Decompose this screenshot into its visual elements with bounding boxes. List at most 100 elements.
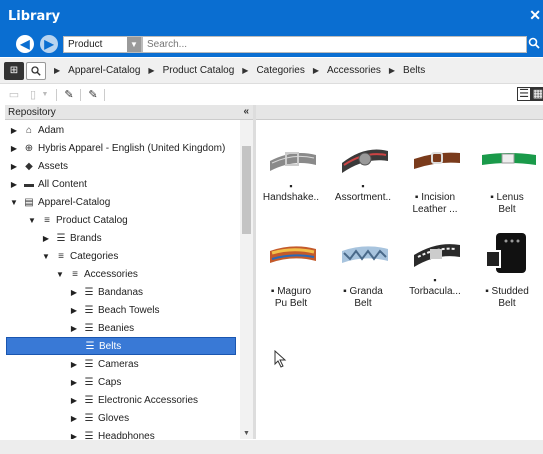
toolbar-divider — [56, 89, 57, 101]
status-bar — [0, 440, 543, 454]
chevron-down-icon[interactable]: ▼ — [127, 37, 141, 52]
expand-icon[interactable]: ▶ — [69, 396, 79, 405]
product-name: Maguro — [277, 286, 312, 297]
product-thumbnail — [342, 149, 388, 173]
collapse-icon[interactable]: ▼ — [55, 270, 65, 279]
mouse-pointer-icon — [274, 350, 287, 368]
list-icon: ☰ — [56, 232, 66, 244]
tree-node-belts[interactable]: ☰ Belts — [6, 337, 236, 355]
expand-icon[interactable]: ▶ — [9, 126, 19, 135]
product-name: Assortment.. — [334, 192, 392, 203]
toolbar-divider — [104, 89, 105, 101]
expand-icon[interactable]: ▶ — [69, 360, 79, 369]
product-name-line2: Belt — [354, 298, 372, 309]
close-icon[interactable]: ✕ — [529, 7, 541, 24]
expand-icon[interactable]: ▶ — [9, 180, 19, 189]
product-type-icon: ▪ — [289, 181, 293, 191]
tree-node-brands[interactable]: ▶ ☰ Brands — [41, 229, 221, 247]
list-icon: ☰ — [84, 430, 94, 440]
product-name-line2: Belt — [498, 298, 516, 309]
window-title: Library — [8, 9, 61, 24]
list-icon: ☰ — [84, 376, 94, 388]
collapse-icon[interactable]: ▼ — [9, 198, 19, 207]
chevron-right-icon: ▶ — [54, 66, 61, 75]
product-name-line2: Belt — [498, 204, 516, 215]
tree-node-hybris-apparel[interactable]: ▶ ⊕ Hybris Apparel - English (United Kingd… — [9, 139, 237, 157]
product-name: Torbacula... — [409, 286, 461, 297]
expand-icon[interactable]: ▶ — [69, 414, 79, 423]
collapse-icon[interactable]: ▼ — [27, 216, 37, 225]
collapse-panel-icon[interactable]: « — [243, 106, 249, 117]
tree-node-apparel-catalog[interactable]: ▼ ▤ Apparel-Catalog — [9, 193, 229, 211]
tree-node-headphones[interactable]: ▶ ☰ Headphones — [69, 427, 229, 440]
collapse-icon[interactable]: ▼ — [41, 252, 51, 261]
breadcrumb-item[interactable]: Belts — [403, 65, 425, 76]
tree-node-beach-towels[interactable]: ▶ ☰ Beach Towels — [69, 301, 229, 319]
tree-scrollbar[interactable]: ▼ — [240, 120, 253, 439]
folder-icon: ▭ — [8, 89, 20, 101]
product-name: Incision — [421, 192, 456, 203]
tree-node-categories[interactable]: ▼ ≡ Categories — [41, 247, 221, 265]
search-view-icon[interactable] — [26, 61, 46, 80]
expand-icon[interactable]: ▶ — [69, 306, 79, 315]
tree-node-gloves[interactable]: ▶ ☰ Gloves — [69, 409, 229, 427]
breadcrumb-item[interactable]: Accessories — [327, 65, 381, 76]
magnifier-icon[interactable] — [528, 37, 542, 53]
tree-node-beanies[interactable]: ▶ ☰ Beanies — [69, 319, 229, 337]
expand-icon[interactable]: ▶ — [69, 288, 79, 297]
product-tile[interactable]: ▪ Studded Belt — [476, 233, 538, 323]
tree-node-bandanas[interactable]: ▶ ☰ Bandanas — [69, 283, 229, 301]
expand-icon[interactable]: ▶ — [9, 162, 19, 171]
tree-node-assets[interactable]: ▶ ◆ Assets — [9, 157, 229, 175]
tree-node-electronic-accessories[interactable]: ▶ ☰ Electronic Accessories — [69, 391, 234, 409]
type-select[interactable]: Product ▼ — [63, 36, 142, 53]
breadcrumb-item[interactable]: Apparel-Catalog — [68, 65, 140, 76]
product-name: Lenus — [496, 192, 524, 203]
product-tile[interactable]: ▪ Lenus Belt — [476, 139, 538, 229]
pencil-icon[interactable]: ✎ — [62, 88, 76, 102]
breadcrumb-item[interactable]: Categories — [256, 65, 304, 76]
expand-icon[interactable]: ▶ — [69, 378, 79, 387]
list-icon: ☰ — [84, 412, 94, 424]
breadcrumb-item[interactable]: Product Catalog — [163, 65, 235, 76]
title-bar: Library ✕ — [0, 0, 543, 33]
tree-node-cameras[interactable]: ▶ ☰ Cameras — [69, 355, 229, 373]
tree-node-caps[interactable]: ▶ ☰ Caps — [69, 373, 229, 391]
product-name: Granda — [349, 286, 383, 297]
product-tile[interactable]: ▪ Granda Belt — [332, 233, 394, 323]
catalog-list-icon: ≡ — [44, 214, 50, 226]
arrow-left-icon[interactable]: ◀ — [16, 35, 34, 53]
expand-icon[interactable]: ▶ — [41, 234, 51, 243]
product-thumbnail — [482, 153, 536, 165]
product-name-line2: Leather ... — [412, 204, 458, 215]
scroll-down-icon[interactable]: ▼ — [242, 430, 251, 437]
home-icon: ⌂ — [25, 124, 33, 136]
toolbar: ▭ ▯ ▼ ✎ ✎ ☰ ▦ — [0, 85, 543, 105]
edit-multiple-icon[interactable]: ✎ — [86, 88, 100, 102]
repository-tree: Repository « ▶ ⌂ Adam ▶ ⊕ Hybris Apparel - E… — [5, 105, 253, 439]
tree-node-accessories[interactable]: ▼ ≡ Accessories — [55, 265, 225, 283]
expand-icon[interactable]: ▶ — [69, 324, 79, 333]
product-tile[interactable]: ▪ Assortment.. — [332, 139, 394, 229]
tree-node-adam[interactable]: ▶ ⌂ Adam — [9, 121, 229, 139]
product-tile[interactable]: ▪ Torbacula... — [404, 233, 466, 323]
search-input[interactable] — [142, 36, 527, 53]
arrow-right-icon[interactable]: ▶ — [40, 35, 58, 53]
product-thumbnail — [414, 152, 460, 169]
tree-node-product-catalog[interactable]: ▼ ≡ Product Catalog — [27, 211, 227, 229]
list-view-icon[interactable]: ☰ — [517, 87, 531, 101]
tree-view-icon[interactable]: ⊞ — [4, 61, 24, 80]
tree-node-all-content[interactable]: ▶ ▬ All Content — [9, 175, 229, 193]
product-tile[interactable]: ▪ Maguro Pu Belt — [260, 233, 322, 323]
tree-body: ▶ ⌂ Adam ▶ ⊕ Hybris Apparel - English (Unite… — [5, 120, 240, 439]
search-bar: ◀ ▶ Product ▼ — [0, 33, 543, 57]
grid-view-icon[interactable]: ▦ — [531, 87, 543, 101]
expand-icon[interactable]: ▶ — [9, 144, 19, 153]
expand-icon[interactable]: ▶ — [69, 432, 79, 440]
product-grid: ▪ Handshake.. ▪ Assortment.. ▪ Incision L… — [256, 105, 543, 439]
scroll-thumb[interactable] — [242, 146, 251, 234]
product-thumbnail — [414, 244, 460, 267]
product-tile[interactable]: ▪ Handshake.. — [260, 139, 322, 229]
cube-icon: ◆ — [25, 160, 33, 172]
product-tile[interactable]: ▪ Incision Leather ... — [404, 139, 466, 229]
